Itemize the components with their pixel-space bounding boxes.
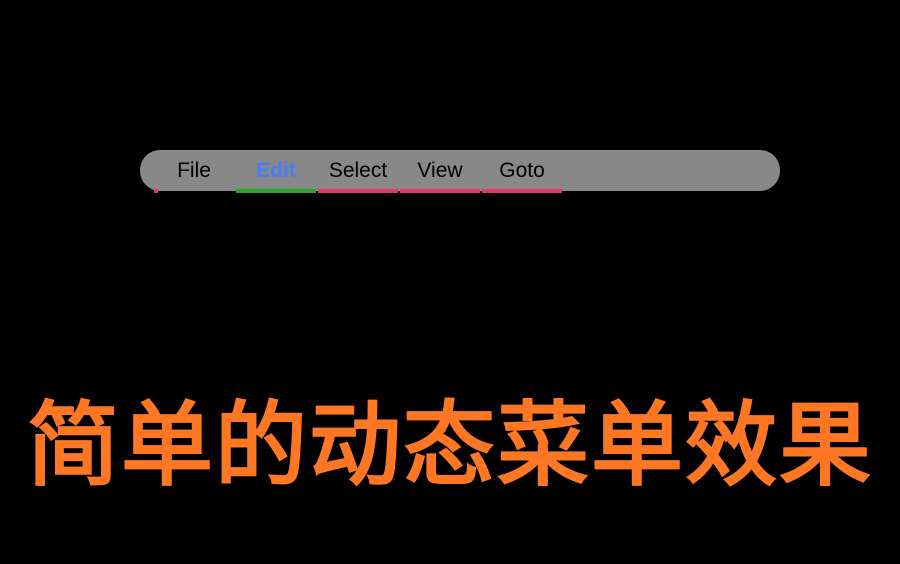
menu-label: Edit bbox=[256, 159, 296, 183]
menu-item-edit[interactable]: Edit bbox=[236, 150, 316, 191]
menu-item-goto[interactable]: Goto bbox=[482, 150, 562, 191]
menu-label: View bbox=[417, 159, 462, 183]
page-title: 简单的动态菜单效果 bbox=[0, 371, 900, 504]
menu-item-file[interactable]: File bbox=[154, 150, 234, 191]
menu-label: File bbox=[177, 159, 211, 183]
menu-underline bbox=[318, 189, 398, 193]
menu-underline bbox=[400, 189, 480, 193]
menu-underline bbox=[154, 189, 158, 193]
menu-underline bbox=[482, 189, 562, 193]
menu-underline bbox=[236, 189, 316, 193]
menu-label: Select bbox=[329, 159, 387, 183]
menu-item-select[interactable]: Select bbox=[318, 150, 398, 191]
menu-bar: File Edit Select View Goto bbox=[140, 150, 780, 191]
menu-label: Goto bbox=[499, 159, 545, 183]
menu-item-view[interactable]: View bbox=[400, 150, 480, 191]
